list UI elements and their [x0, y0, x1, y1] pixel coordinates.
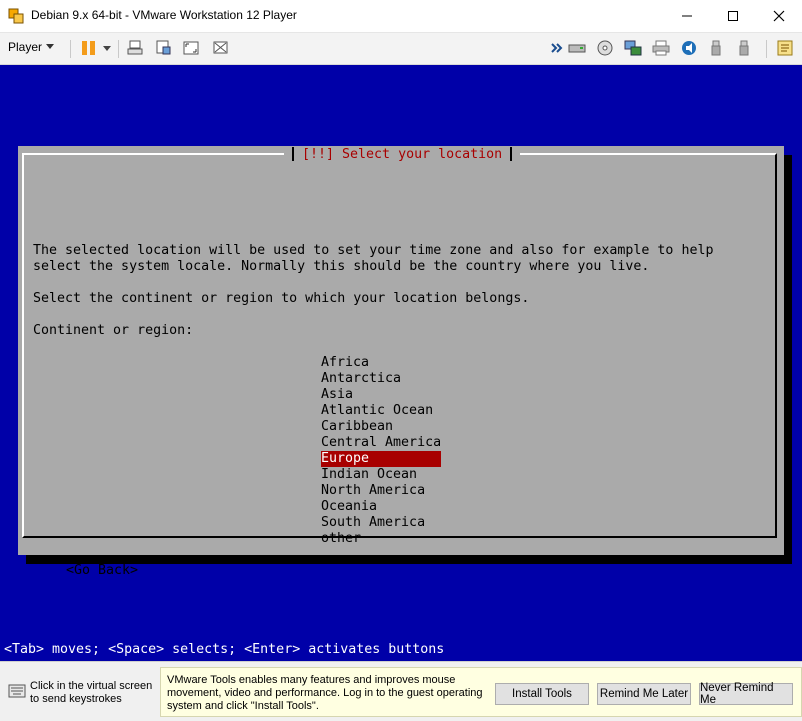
send-ctrl-alt-del-icon[interactable]	[126, 40, 144, 56]
pause-icon[interactable]	[80, 40, 98, 56]
toolbar-separator	[766, 40, 767, 58]
installer-dialog: [!!] Select your location The selected l…	[18, 146, 784, 578]
status-line: <Tab> moves; <Space> selects; <Enter> ac…	[4, 642, 445, 657]
minimize-icon	[682, 15, 692, 17]
dialog-title: [!!] Select your location	[302, 146, 503, 162]
player-toolbar: Player	[0, 33, 802, 65]
window-title: Debian 9.x 64-bit - VMware Workstation 1…	[31, 8, 297, 22]
toolbar-separator	[118, 40, 119, 58]
region-item[interactable]: other	[321, 531, 441, 547]
region-item[interactable]: Central America	[321, 435, 441, 451]
cd-dvd-icon[interactable]	[596, 40, 614, 56]
region-item[interactable]: South America	[321, 515, 441, 531]
player-menu-button[interactable]: Player	[8, 40, 55, 54]
region-item[interactable]: Oceania	[321, 499, 441, 515]
pause-dropdown-icon[interactable]	[102, 40, 112, 56]
close-icon	[773, 10, 785, 22]
sound-icon[interactable]	[680, 40, 698, 56]
hard-disk-icon[interactable]	[568, 40, 586, 56]
vmware-tools-panel: VMware Tools enables many features and i…	[160, 667, 802, 717]
minimize-button[interactable]	[664, 0, 710, 32]
instruction-text: Select the continent or region to which …	[33, 291, 530, 306]
never-remind-me-button[interactable]: Never Remind Me	[699, 682, 793, 706]
region-item[interactable]: Europe	[321, 451, 441, 467]
region-item[interactable]: North America	[321, 483, 441, 499]
region-item[interactable]: Indian Ocean	[321, 467, 441, 483]
keyboard-icon	[8, 684, 26, 698]
region-item[interactable]: Caribbean	[321, 419, 441, 435]
description-line-2: select the system locale. Normally this …	[33, 259, 650, 274]
region-item[interactable]: Atlantic Ocean	[321, 403, 441, 419]
region-list: Africa Antarctica Asia Atlantic Ocean Caribb…	[321, 355, 441, 547]
toolbar-separator	[70, 40, 71, 58]
close-button[interactable]	[756, 0, 802, 32]
region-item[interactable]: Africa	[321, 355, 441, 371]
region-item[interactable]: Antarctica	[321, 371, 441, 387]
vmware-app-icon	[8, 8, 24, 24]
player-menu-label: Player	[8, 40, 43, 54]
continent-label: Continent or region:	[33, 323, 194, 338]
chevron-down-icon	[46, 44, 55, 49]
usb-icon[interactable]	[710, 40, 722, 56]
description-line-1: The selected location will be used to se…	[33, 243, 714, 258]
tools-message: VMware Tools enables many features and i…	[167, 674, 483, 712]
install-tools-button[interactable]: Install Tools	[495, 683, 589, 705]
bottom-notification-bar: Click in the virtual screen to send keys…	[0, 661, 802, 721]
click-hint-text: Click in the virtual screen to send keys…	[30, 680, 153, 705]
printer-icon[interactable]	[652, 40, 670, 56]
unity-icon[interactable]	[212, 40, 230, 56]
dialog-title-box: [!!] Select your location	[284, 146, 521, 162]
full-screen-icon[interactable]	[182, 40, 200, 56]
usb-icon-2[interactable]	[738, 40, 750, 56]
remind-me-later-button[interactable]: Remind Me Later	[597, 683, 691, 705]
virtual-machine-screen[interactable]: [!!] Select your location The selected l…	[0, 65, 802, 661]
forward-arrows-icon[interactable]	[550, 40, 564, 56]
message-log-icon[interactable]	[776, 40, 794, 56]
maximize-icon	[728, 11, 738, 21]
maximize-button[interactable]	[710, 0, 756, 32]
fit-guest-icon[interactable]	[154, 40, 172, 56]
region-item[interactable]: Asia	[321, 387, 441, 403]
go-back-button[interactable]: <Go Back>	[66, 563, 138, 579]
network-icon[interactable]	[624, 40, 642, 56]
window-title-bar[interactable]: Debian 9.x 64-bit - VMware Workstation 1…	[0, 0, 802, 33]
